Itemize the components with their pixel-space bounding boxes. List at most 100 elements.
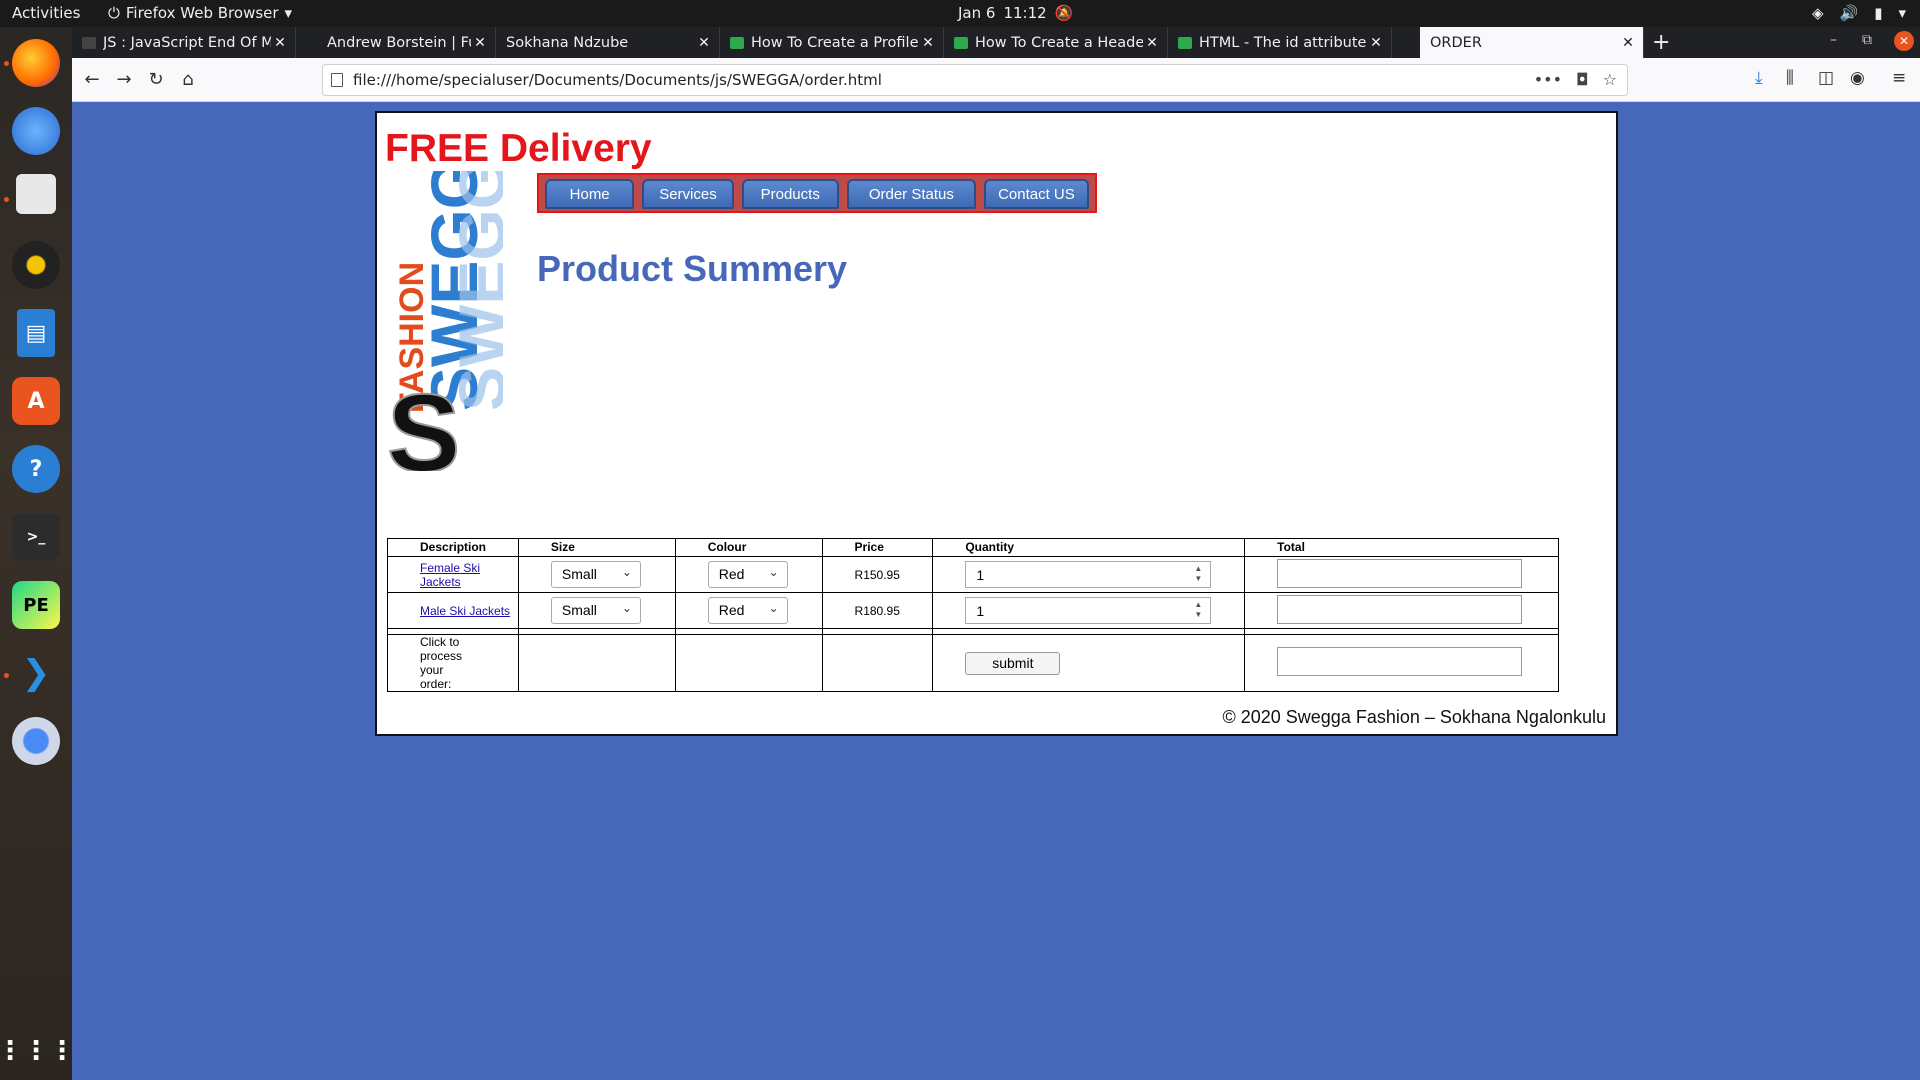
product-link-male-ski-jackets[interactable]: Male Ski Jackets: [420, 604, 518, 618]
close-window-icon[interactable]: ✕: [1894, 31, 1914, 51]
product-link-female-ski-jackets[interactable]: Female Ski Jackets: [420, 561, 518, 589]
tab[interactable]: JS : JavaScript End Of Mc ✕: [72, 27, 296, 58]
forward-arrow-icon[interactable]: →: [112, 68, 136, 92]
size-select-value: Small: [561, 602, 597, 618]
price-cell: R180.95: [821, 592, 934, 629]
menu-home[interactable]: Home: [545, 179, 635, 209]
total-field[interactable]: [1277, 594, 1523, 624]
software-center-icon[interactable]: A: [12, 377, 60, 425]
hamburger-menu-icon[interactable]: ≡: [1892, 68, 1906, 88]
rhythmbox-icon[interactable]: [12, 241, 60, 289]
tab[interactable]: How To Create a Header ✕: [944, 27, 1168, 58]
colour-select[interactable]: Red ⌄: [707, 561, 788, 588]
vscode-icon[interactable]: ❯: [12, 649, 60, 697]
menu-contact-us[interactable]: Contact US: [983, 179, 1089, 209]
writer-icon[interactable]: ▤: [17, 309, 55, 357]
back-arrow-icon[interactable]: ←: [80, 68, 104, 92]
url-text: file:///home/specialuser/Documents/Docum…: [353, 71, 882, 89]
chevron-down-icon: ▾: [284, 4, 293, 22]
files-icon[interactable]: [16, 174, 56, 214]
notifications-muted-icon: 🔕: [1054, 4, 1074, 22]
quantity-value: 1: [976, 567, 985, 583]
quantity-stepper[interactable]: 1 ▲ ▼: [965, 561, 1212, 588]
sidebar-icon[interactable]: ◫: [1818, 68, 1834, 88]
chevron-down-icon: ⌄: [768, 601, 779, 615]
app-menu[interactable]: ⏻ Firefox Web Browser ▾: [108, 4, 292, 22]
w3schools-favicon-icon: [1178, 36, 1192, 49]
activities-button[interactable]: Activities: [12, 4, 80, 22]
bookmark-star-icon[interactable]: ☆: [1603, 65, 1617, 95]
header-quantity: Quantity: [932, 538, 1246, 557]
size-select[interactable]: Small ⌄: [550, 597, 641, 624]
page-title: Product Summery: [537, 248, 848, 289]
firefox-icon[interactable]: [12, 39, 60, 87]
tab[interactable]: How To Create a Profile ✕: [720, 27, 944, 58]
firefox-power-icon: ⏻: [108, 4, 120, 22]
total-field[interactable]: [1277, 558, 1523, 588]
system-tray[interactable]: ◈ 🔊 ▮ ▾: [1812, 4, 1906, 22]
minimize-icon[interactable]: –: [1830, 32, 1837, 48]
clock[interactable]: Jan 6 11:12 🔕: [958, 4, 1073, 22]
table-row: Male Ski Jackets Small ⌄ Red ⌄ R180.95 1 ▲ ▼: [387, 592, 1559, 629]
colour-select[interactable]: Red ⌄: [707, 597, 788, 624]
header-colour: Colour: [674, 538, 823, 557]
terminal-icon[interactable]: >_: [12, 513, 60, 561]
pycharm-icon[interactable]: PE: [12, 581, 60, 629]
chevron-down-icon: ⌄: [621, 565, 632, 579]
grand-total-field[interactable]: [1277, 647, 1523, 676]
main-menu: Home Services Products Order Status Cont…: [537, 173, 1097, 213]
pocket-icon[interactable]: ◘: [1576, 65, 1589, 95]
chromium-icon[interactable]: [12, 717, 60, 765]
chevron-down-icon: ▾: [1898, 4, 1906, 22]
menu-order-status[interactable]: Order Status: [846, 179, 976, 209]
reload-icon[interactable]: ↻: [144, 68, 168, 92]
restore-icon[interactable]: ⧉: [1862, 32, 1872, 48]
home-icon[interactable]: ⌂: [176, 68, 200, 92]
running-indicator: [4, 673, 9, 678]
size-select[interactable]: Small ⌄: [550, 561, 641, 588]
account-icon[interactable]: ◉: [1850, 68, 1865, 88]
header-description: Description: [387, 538, 519, 557]
more-actions-icon[interactable]: •••: [1534, 65, 1562, 95]
clock-date: Jan 6: [958, 4, 996, 22]
header-size: Size: [517, 538, 676, 557]
quantity-value: 1: [976, 603, 985, 619]
library-icon[interactable]: ⫼: [1786, 68, 1794, 88]
url-bar[interactable]: file:///home/specialuser/Documents/Docum…: [322, 64, 1628, 96]
close-icon[interactable]: ✕: [1143, 35, 1161, 51]
table-row-submit: Click to process your order: submit: [387, 634, 1559, 692]
spin-arrows-icon[interactable]: ▲ ▼: [1194, 564, 1202, 584]
tab[interactable]: HTML - The id attribute ✕: [1168, 27, 1392, 58]
tab[interactable]: Andrew Borstein | Full-St ✕: [296, 27, 496, 58]
chevron-down-icon: ⌄: [768, 565, 779, 579]
size-select-value: Small: [561, 566, 597, 582]
quantity-stepper[interactable]: 1 ▲ ▼: [965, 597, 1212, 624]
clock-time: 11:12: [1003, 4, 1047, 22]
close-icon[interactable]: ✕: [471, 35, 489, 51]
close-icon[interactable]: ✕: [1367, 35, 1385, 51]
tab-active[interactable]: ORDER ✕: [1420, 27, 1644, 58]
help-icon[interactable]: ?: [12, 445, 60, 493]
downloads-icon[interactable]: ⤓: [1755, 68, 1763, 88]
new-tab-plus-icon[interactable]: +: [1652, 30, 1670, 55]
running-indicator: [4, 61, 9, 66]
show-apps-icon[interactable]: ⋮⋮⋮: [0, 1027, 75, 1075]
chevron-down-icon: ⌄: [621, 601, 632, 615]
menu-products[interactable]: Products: [741, 179, 839, 209]
header-total: Total: [1244, 538, 1559, 557]
running-indicator: [4, 197, 9, 202]
thunderbird-icon[interactable]: [12, 107, 60, 155]
tab-bar: JS : JavaScript End Of Mc ✕ Andrew Borst…: [72, 27, 1920, 58]
close-icon[interactable]: ✕: [695, 35, 713, 51]
close-icon[interactable]: ✕: [271, 35, 289, 51]
order-page: FREE Delivery FASHION SWEGGA SWEGGA S Ho…: [375, 111, 1618, 736]
page-icon: [331, 73, 343, 87]
tab[interactable]: Sokhana Ndzube ✕: [496, 27, 720, 58]
colour-select-value: Red: [718, 602, 745, 618]
close-icon[interactable]: ✕: [919, 35, 937, 51]
menu-services[interactable]: Services: [642, 179, 734, 209]
close-icon[interactable]: ✕: [1619, 35, 1637, 51]
spin-arrows-icon[interactable]: ▲ ▼: [1194, 600, 1202, 620]
submit-button[interactable]: submit: [965, 651, 1061, 675]
swegga-fashion-logo: FASHION SWEGGA SWEGGA S: [387, 171, 503, 471]
